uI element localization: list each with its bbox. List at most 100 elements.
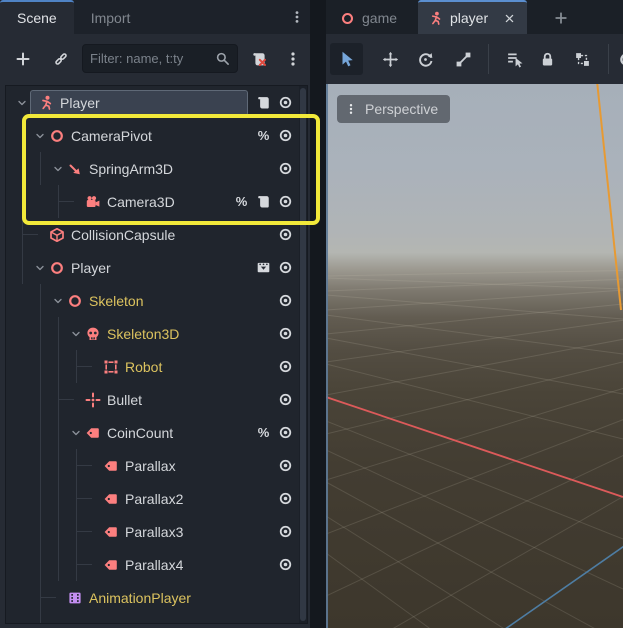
editable-instance-icon[interactable] xyxy=(255,259,272,277)
dock-menu-kebab-icon[interactable] xyxy=(287,7,307,27)
filter-input[interactable]: Filter: name, t:ty xyxy=(82,44,238,73)
tree-row-parallax[interactable]: Parallax xyxy=(6,449,307,482)
tree-row-animationtree[interactable]: AnimationTree xyxy=(6,614,307,624)
visibility-eye-icon[interactable] xyxy=(277,292,294,310)
tree-row-parallax4[interactable]: Parallax4 xyxy=(6,548,307,581)
tree-row-robot[interactable]: Robot xyxy=(6,350,307,383)
script-icon[interactable] xyxy=(255,94,272,112)
tree-row-parallax3[interactable]: Parallax3 xyxy=(6,515,307,548)
tree-row-camera3d[interactable]: Camera3D % xyxy=(6,185,307,218)
3d-viewport[interactable]: Perspective xyxy=(326,84,623,628)
visibility-eye-icon[interactable] xyxy=(277,226,294,244)
chevron-down-icon[interactable] xyxy=(68,326,84,342)
move-tool-button[interactable] xyxy=(379,48,401,70)
close-icon[interactable] xyxy=(501,10,517,26)
node-name: Robot xyxy=(125,359,162,375)
chevron-down-icon[interactable] xyxy=(32,260,48,276)
unique-name-badge[interactable]: % xyxy=(255,127,272,145)
visibility-eye-icon[interactable] xyxy=(277,160,294,178)
chevron-down-icon[interactable] xyxy=(50,293,66,309)
tree-row-springarm3d[interactable]: SpringArm3D xyxy=(6,152,307,185)
unique-name-badge[interactable]: % xyxy=(233,193,250,211)
visibility-eye-icon[interactable] xyxy=(277,259,294,277)
scene-tab-game-label: game xyxy=(362,10,397,26)
node-name: Player xyxy=(60,95,100,111)
script-remove-icon xyxy=(251,51,267,67)
kebab-menu-icon xyxy=(345,102,357,116)
tree-row-parallax2[interactable]: Parallax2 xyxy=(6,482,307,515)
cursor-arrow-icon xyxy=(338,50,356,68)
new-scene-tab-button[interactable] xyxy=(550,7,572,29)
list-select-tool-button[interactable] xyxy=(503,48,525,70)
visibility-eye-icon[interactable] xyxy=(277,523,294,541)
tree-row-player-root[interactable]: Player xyxy=(6,86,307,119)
select-tool-button[interactable] xyxy=(330,43,363,75)
tree-row-camerapivot[interactable]: CameraPivot % xyxy=(6,119,307,152)
scale-tool-button[interactable] xyxy=(452,48,474,70)
scrollbar-thumb[interactable] xyxy=(300,88,306,621)
tab-import[interactable]: Import xyxy=(74,0,148,34)
visibility-eye-icon[interactable] xyxy=(277,193,294,211)
tree-row-collisioncapsule[interactable]: CollisionCapsule xyxy=(6,218,307,251)
3d-grid-and-axes xyxy=(326,84,623,628)
lock-button[interactable] xyxy=(536,48,558,70)
chevron-down-icon[interactable] xyxy=(32,128,48,144)
visibility-eye-icon[interactable] xyxy=(277,94,294,112)
visibility-eye-icon[interactable] xyxy=(277,325,294,343)
visibility-eye-icon[interactable] xyxy=(277,424,294,442)
visibility-eye-icon[interactable] xyxy=(277,490,294,508)
add-node-button[interactable] xyxy=(11,47,35,71)
rotate-icon xyxy=(417,51,434,68)
tree-row-skeleton[interactable]: Skeleton xyxy=(6,284,307,317)
chevron-down-icon[interactable] xyxy=(68,425,84,441)
node-name: Skeleton xyxy=(89,293,143,309)
scene-tab-game[interactable]: game xyxy=(330,2,407,34)
instantiate-scene-button[interactable] xyxy=(49,47,73,71)
visibility-eye-icon[interactable] xyxy=(277,358,294,376)
tab-scene[interactable]: Scene xyxy=(0,0,74,34)
collision-shape-3d-icon xyxy=(48,226,65,243)
detach-script-button[interactable] xyxy=(247,47,271,71)
tree-row-coincount[interactable]: CoinCount % xyxy=(6,416,307,449)
ruler-tool-button[interactable] xyxy=(615,48,623,70)
perspective-label: Perspective xyxy=(365,101,438,117)
visibility-eye-icon[interactable] xyxy=(277,457,294,475)
tree-row-player-instance[interactable]: Player xyxy=(6,251,307,284)
label-3d-icon xyxy=(102,556,119,573)
list-select-icon xyxy=(506,51,523,68)
character-body-3d-icon xyxy=(37,94,54,111)
label-3d-icon xyxy=(102,523,119,540)
dock-tab-bar: Scene Import xyxy=(0,0,310,34)
tree-row-skeleton3d[interactable]: Skeleton3D xyxy=(6,317,307,350)
node-name: Bullet xyxy=(107,392,142,408)
animation-player-icon xyxy=(66,589,83,606)
z-axis-line xyxy=(326,263,623,628)
visibility-eye-icon[interactable] xyxy=(277,127,294,145)
group-button[interactable] xyxy=(571,48,593,70)
visibility-eye-icon[interactable] xyxy=(277,556,294,574)
perspective-button[interactable]: Perspective xyxy=(337,95,450,123)
unique-name-badge[interactable]: % xyxy=(255,424,272,442)
move-icon xyxy=(382,51,399,68)
script-icon[interactable] xyxy=(255,193,272,211)
chevron-down-icon[interactable] xyxy=(14,95,30,111)
node-name: SpringArm3D xyxy=(89,161,173,177)
node-name: Player xyxy=(71,260,111,276)
chevron-down-icon[interactable] xyxy=(50,161,66,177)
scene-tab-player[interactable]: player xyxy=(418,0,527,34)
tree-scrollbar[interactable] xyxy=(299,86,307,623)
selected-node-pill[interactable]: Player xyxy=(30,90,248,116)
node-3d-icon xyxy=(66,292,83,309)
scene-tab-player-label: player xyxy=(450,10,488,26)
rotate-tool-button[interactable] xyxy=(414,48,436,70)
tree-row-bullet[interactable]: Bullet xyxy=(6,383,307,416)
viewport-toolbar xyxy=(326,34,623,84)
tree-menu-kebab-icon[interactable] xyxy=(281,47,305,71)
animation-tree-icon xyxy=(66,622,83,624)
visibility-eye-icon[interactable] xyxy=(277,391,294,409)
node-name: Parallax xyxy=(125,458,176,474)
tree-row-animationplayer[interactable]: AnimationPlayer xyxy=(6,581,307,614)
plus-icon xyxy=(554,11,568,25)
group-icon xyxy=(574,51,591,68)
filter-placeholder: Filter: name, t:ty xyxy=(90,51,215,66)
